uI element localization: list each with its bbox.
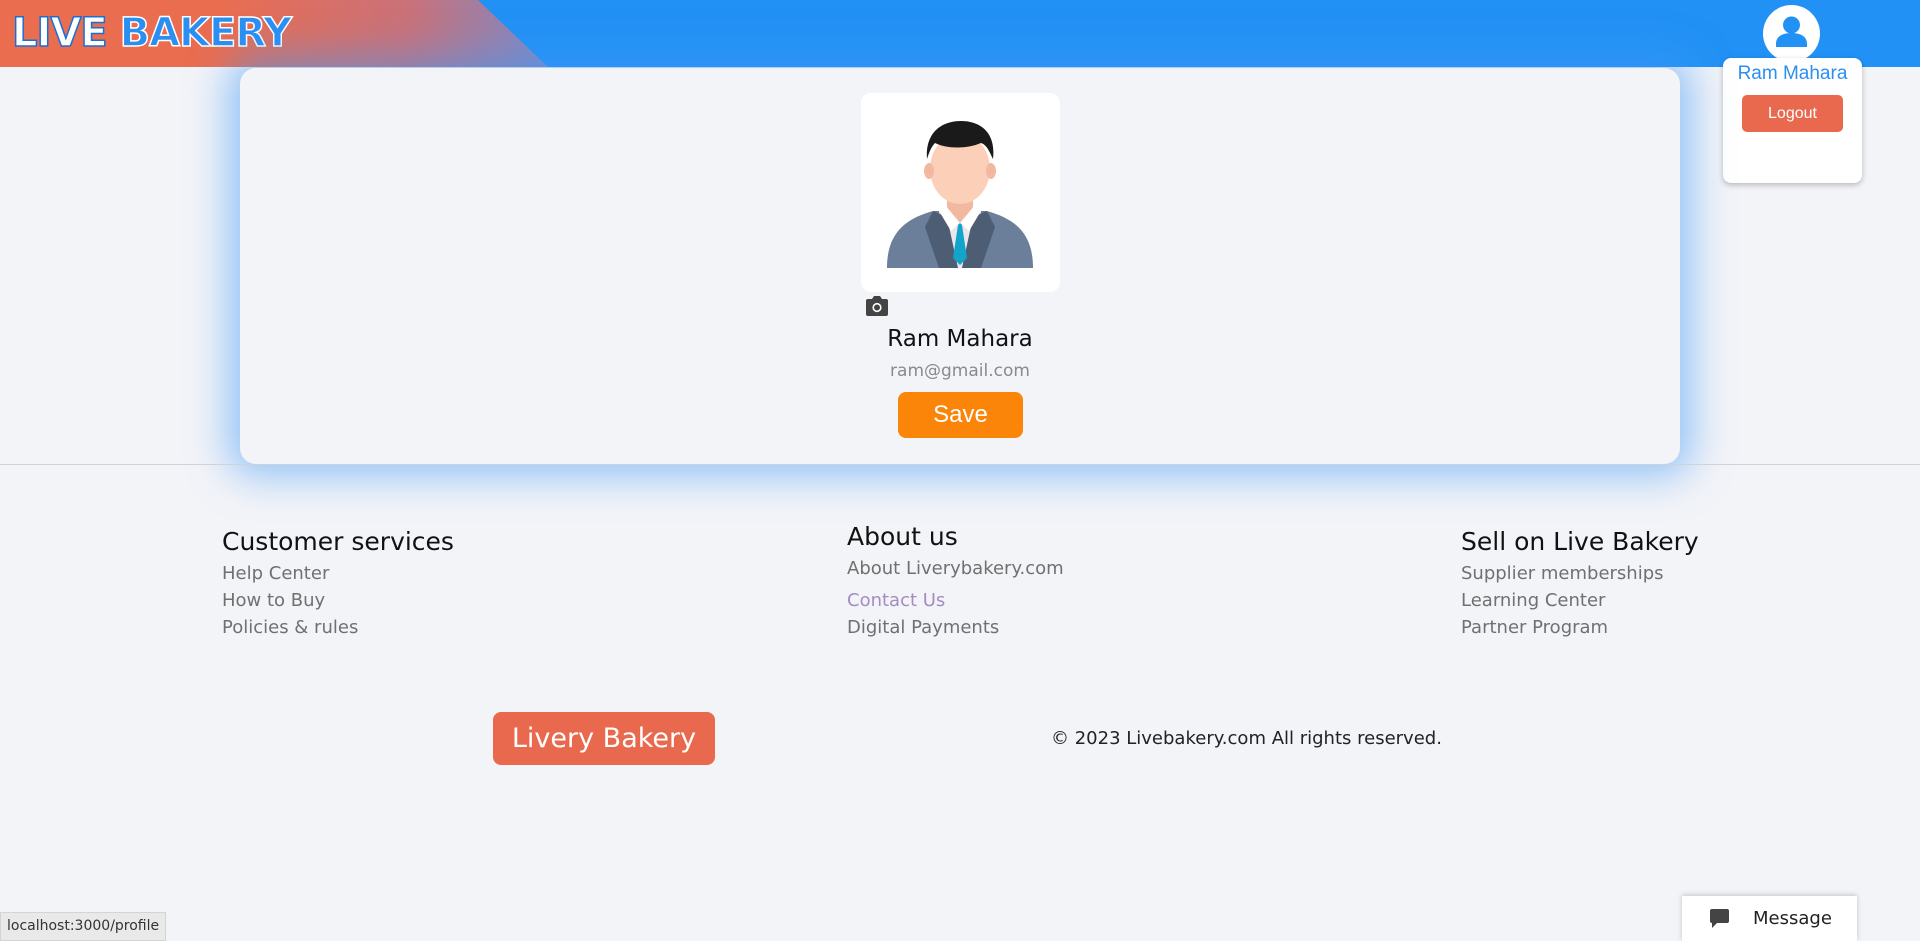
user-menu-name[interactable]: Ram Mahara [1723,63,1862,85]
footer-heading: Customer services [222,527,454,556]
brand-logo[interactable]: LIVE BAKERY [11,6,293,60]
footer-logo[interactable]: Livery Bakery [493,712,715,765]
footer-link-policies[interactable]: Policies & rules [222,614,454,641]
top-navbar: LIVE BAKERY [0,0,1920,67]
save-button[interactable]: Save [898,392,1023,438]
footer-link-partner-program[interactable]: Partner Program [1461,614,1699,641]
copyright-text: © 2023 Livebakery.com All rights reserve… [1051,728,1442,749]
brand-word-live: LIVE [11,9,108,57]
change-photo-button[interactable] [864,295,890,321]
footer-heading: About us [847,522,958,551]
footer-column-about-us: About us About Liverybakery.com Contact … [847,522,1064,641]
chat-bubble-icon [1710,908,1729,928]
footer-heading: Sell on Live Bakery [1461,527,1699,556]
profile-name: Ram Mahara [887,326,1033,352]
section-divider [0,464,1920,465]
camera-icon [866,296,888,316]
footer-link-help-center[interactable]: Help Center [222,560,454,587]
footer-link-learning-center[interactable]: Learning Center [1461,587,1699,614]
message-label: Message [1753,908,1832,929]
profile-photo [861,93,1060,292]
footer-column-sell: Sell on Live Bakery Supplier memberships… [1461,527,1699,641]
user-menu-button[interactable] [1763,5,1820,62]
logout-button[interactable]: Logout [1742,95,1843,132]
footer-link-supplier-memberships[interactable]: Supplier memberships [1461,560,1699,587]
footer-link-about[interactable]: About Liverybakery.com [847,555,1064,582]
message-chat-button[interactable]: Message [1682,896,1857,941]
footer-link-contact-us[interactable]: Contact Us [847,587,1064,614]
user-circle-icon [1776,16,1807,47]
profile-email: ram@gmail.com [890,361,1030,381]
brand-word-bakery: BAKERY [119,9,293,57]
footer-link-digital-payments[interactable]: Digital Payments [847,614,1064,641]
footer-link-how-to-buy[interactable]: How to Buy [222,587,454,614]
footer-column-customer-services: Customer services Help Center How to Buy… [222,527,454,641]
businessman-avatar-icon [887,121,1033,268]
status-bar-url: localhost:3000/profile [0,912,167,941]
user-dropdown-menu: Ram Mahara Logout [1723,58,1862,183]
